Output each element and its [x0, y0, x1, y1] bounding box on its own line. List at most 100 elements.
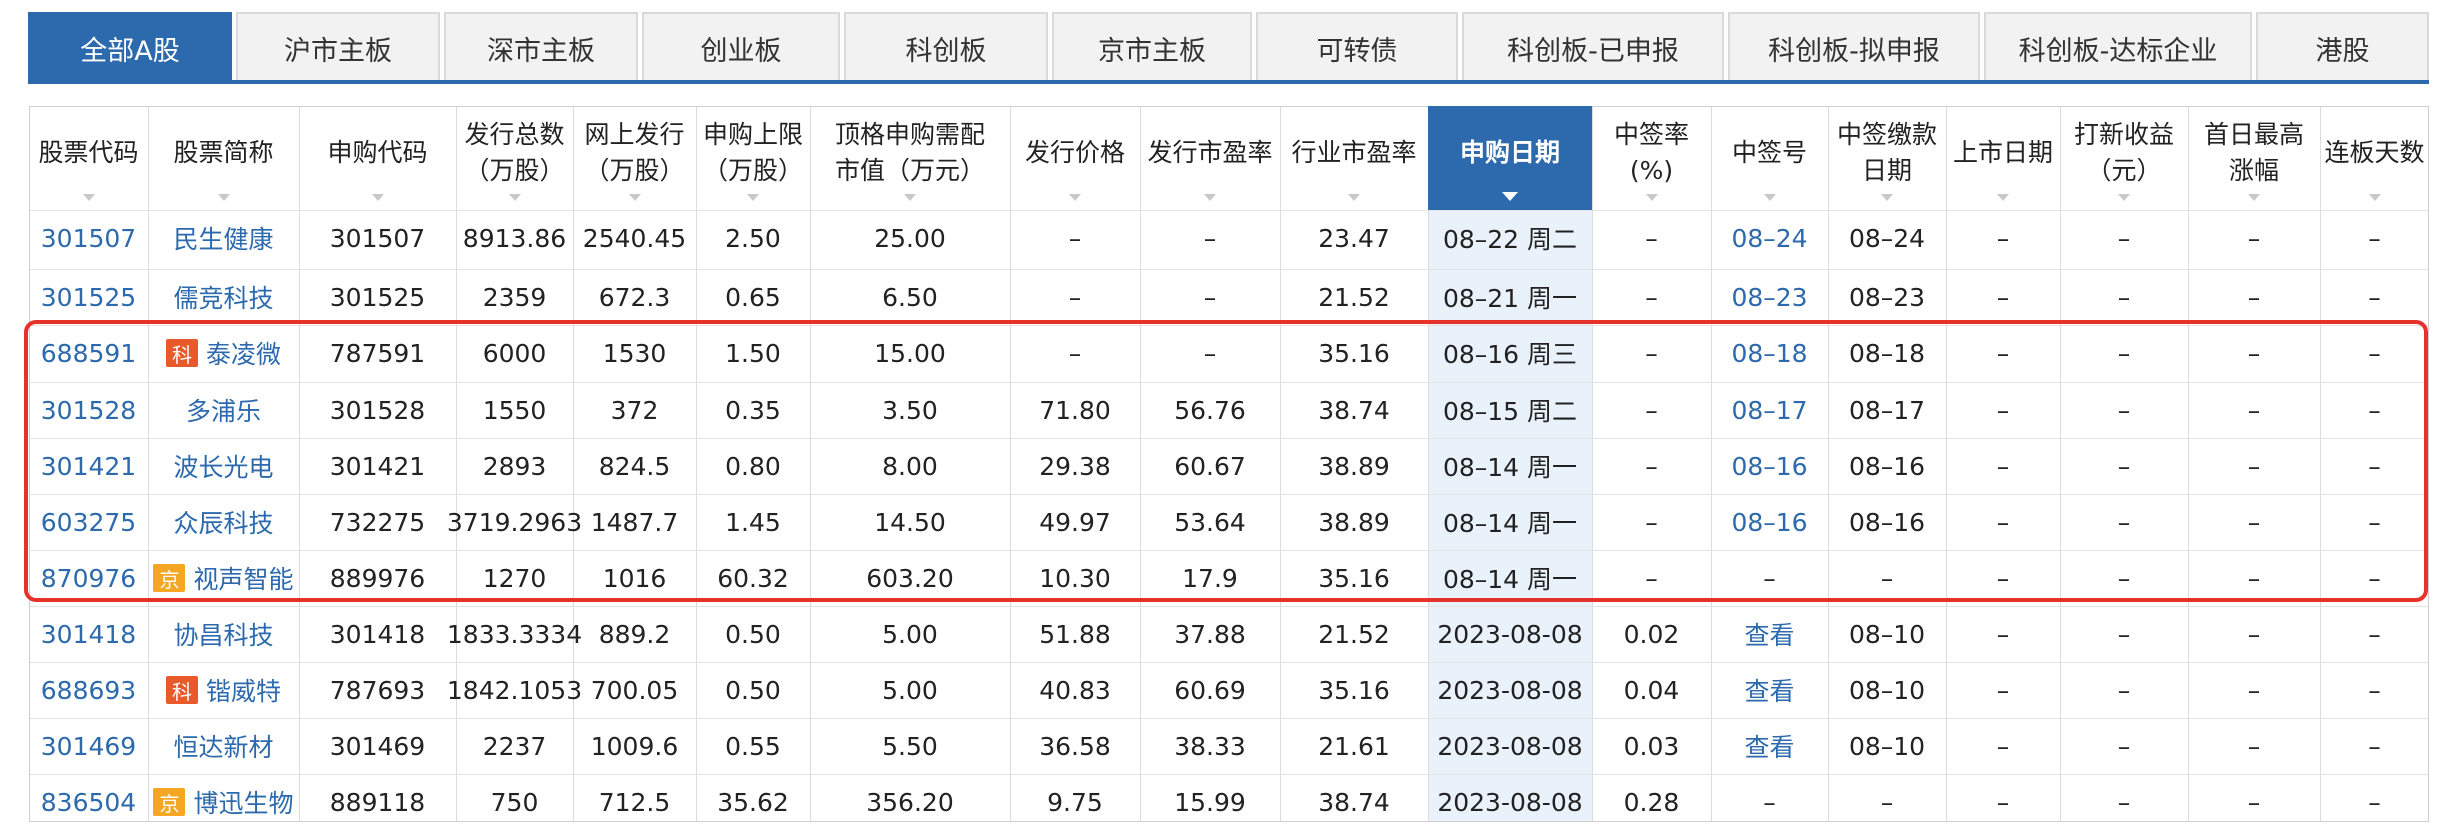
header-subscribe-code[interactable]: 申购代码: [299, 106, 456, 210]
cell-subscribe-date: 2023-08-08: [1437, 675, 1583, 705]
cell-stock-name[interactable]: 多浦乐: [148, 382, 299, 438]
cell-payment-date: 08–10: [1848, 731, 1926, 761]
cell-payment-date: –: [1880, 563, 1894, 593]
cell-payment-date: 08–23: [1848, 282, 1926, 312]
header-industry-pe[interactable]: 行业市盈率: [1280, 106, 1428, 210]
cell-stock-name[interactable]: 众辰科技: [148, 494, 299, 550]
tab-8[interactable]: 科创板-拟申报: [1728, 12, 1980, 82]
cell-issue-price: 51.88: [1039, 619, 1111, 649]
header-online-shares[interactable]: 网上发行 （万股）: [573, 106, 696, 210]
cell-stock-name[interactable]: 协昌科技: [148, 606, 299, 662]
cell-subscribe-limit: 1.50: [725, 338, 781, 368]
header-label: 申购日期: [1459, 138, 1560, 167]
stock-name-text[interactable]: 博迅生物: [193, 784, 293, 820]
cell-lot-number[interactable]: 查看: [1711, 606, 1828, 662]
header-subscribe-date[interactable]: 申购日期: [1428, 106, 1592, 210]
tab-5[interactable]: 京市主板: [1052, 12, 1252, 82]
tab-1[interactable]: 沪市主板: [236, 12, 440, 82]
cell-stock-code[interactable]: 301469: [29, 718, 148, 774]
cell-lot-number[interactable]: 查看: [1711, 662, 1828, 718]
cell-stock-code[interactable]: 301525: [29, 269, 148, 325]
sort-arrow-icon: [628, 194, 641, 201]
cell-subscribe-limit: 0.50: [725, 619, 781, 649]
sort-arrow-icon: [747, 194, 759, 201]
cell-stock-name[interactable]: 民生健康: [148, 210, 299, 266]
cell-subscribe-date: 2023-08-08: [1437, 731, 1583, 761]
cell-ipo-profit: –: [2117, 451, 2131, 481]
cell-lot-number[interactable]: 查看: [1711, 718, 1828, 774]
cell-stock-code[interactable]: 301418: [29, 606, 148, 662]
cell-first-day-rise: –: [2247, 675, 2261, 705]
cell-listing-date: –: [1996, 451, 2010, 481]
stock-name-text[interactable]: 视声智能: [193, 560, 293, 596]
cell-win-rate: –: [1645, 507, 1658, 537]
cell-subscribe-date: 08–14 周一: [1442, 565, 1578, 594]
cell-industry-pe: 21.52: [1318, 282, 1390, 312]
tab-9[interactable]: 科创板-达标企业: [1984, 12, 2252, 82]
header-stock-name[interactable]: 股票简称: [148, 106, 299, 210]
cell-stock-code[interactable]: 301421: [29, 438, 148, 494]
tab-4[interactable]: 科创板: [844, 12, 1048, 82]
cell-industry-pe: 35.16: [1318, 675, 1390, 705]
cell-issue-pe: –: [1203, 338, 1217, 368]
header-label: （万股）: [702, 156, 803, 185]
cell-stock-code[interactable]: 688591: [29, 325, 148, 381]
cell-online-shares: 1016: [602, 563, 667, 593]
header-listing-date[interactable]: 上市日期: [1946, 106, 2060, 210]
cell-stock-name[interactable]: 科泰凌微: [148, 325, 299, 381]
header-stock-code[interactable]: 股票代码: [29, 106, 148, 210]
tab-7[interactable]: 科创板-已申报: [1462, 12, 1724, 82]
cell-stock-code[interactable]: 301507: [29, 210, 148, 266]
cell-total-shares: 3719.2963: [446, 507, 583, 537]
header-first-day-rise[interactable]: 首日最高 涨幅: [2188, 106, 2320, 210]
header-limit-up-days[interactable]: 连板天数: [2320, 106, 2429, 210]
tab-2[interactable]: 深市主板: [444, 12, 638, 82]
cell-lot-number[interactable]: 08–17: [1711, 382, 1828, 438]
header-ipo-profit[interactable]: 打新收益 （元）: [2060, 106, 2188, 210]
cell-total-shares: 1833.3334: [446, 619, 583, 649]
cell-stock-code[interactable]: 688693: [29, 662, 148, 718]
cell-stock-name[interactable]: 儒竞科技: [148, 269, 299, 325]
cell-stock-code[interactable]: 603275: [29, 494, 148, 550]
tab-6[interactable]: 可转债: [1256, 12, 1458, 82]
cell-first-day-rise: –: [2247, 223, 2261, 253]
cell-stock-name[interactable]: 京视声智能: [148, 550, 299, 606]
cell-issue-pe: 53.64: [1174, 507, 1246, 537]
stock-name-text[interactable]: 锴威特: [206, 672, 281, 708]
cell-lot-number[interactable]: 08–24: [1711, 210, 1828, 266]
cell-issue-pe: –: [1203, 282, 1217, 312]
header-lot-number[interactable]: 中签号: [1711, 106, 1828, 210]
cell-listing-date: –: [1996, 731, 2010, 761]
cell-lot-number[interactable]: 08–23: [1711, 269, 1828, 325]
star-market-badge: 科: [165, 339, 198, 367]
header-total-shares[interactable]: 发行总数 （万股）: [456, 106, 573, 210]
sort-arrow-icon: [371, 194, 384, 201]
cell-lot-number[interactable]: 08–16: [1711, 494, 1828, 550]
header-subscribe-limit[interactable]: 申购上限 （万股）: [696, 106, 810, 210]
cell-subscribe-limit: 0.35: [725, 395, 781, 425]
cell-lot-number[interactable]: 08–18: [1711, 325, 1828, 381]
cell-stock-name[interactable]: 波长光电: [148, 438, 299, 494]
header-label: 顶格申购需配: [834, 120, 985, 149]
cell-subscribe-limit: 60.32: [717, 563, 789, 593]
cell-subscribe-limit: 1.45: [725, 507, 781, 537]
header-issue-price[interactable]: 发行价格: [1010, 106, 1140, 210]
cell-stock-name[interactable]: 科锴威特: [148, 662, 299, 718]
cell-listing-date: –: [1996, 395, 2010, 425]
header-required-market-value[interactable]: 顶格申购需配 市值（万元）: [810, 106, 1010, 210]
tab-3[interactable]: 创业板: [642, 12, 840, 82]
cell-required-market-value: 8.00: [882, 451, 938, 481]
cell-stock-code[interactable]: 301528: [29, 382, 148, 438]
tab-10[interactable]: 港股: [2256, 12, 2429, 82]
header-label: 发行价格: [1024, 138, 1125, 167]
header-win-rate[interactable]: 中签率 (%): [1592, 106, 1711, 210]
cell-stock-code[interactable]: 870976: [29, 550, 148, 606]
header-issue-pe[interactable]: 发行市盈率: [1140, 106, 1280, 210]
cell-ipo-profit: –: [2117, 563, 2131, 593]
cell-stock-name[interactable]: 恒达新材: [148, 718, 299, 774]
cell-lot-number[interactable]: 08–16: [1711, 438, 1828, 494]
tab-0[interactable]: 全部A股: [28, 12, 232, 82]
header-payment-date[interactable]: 中签缴款 日期: [1828, 106, 1946, 210]
cell-subscribe-date: 08–14 周一: [1442, 509, 1578, 538]
stock-name-text[interactable]: 泰凌微: [206, 335, 281, 371]
